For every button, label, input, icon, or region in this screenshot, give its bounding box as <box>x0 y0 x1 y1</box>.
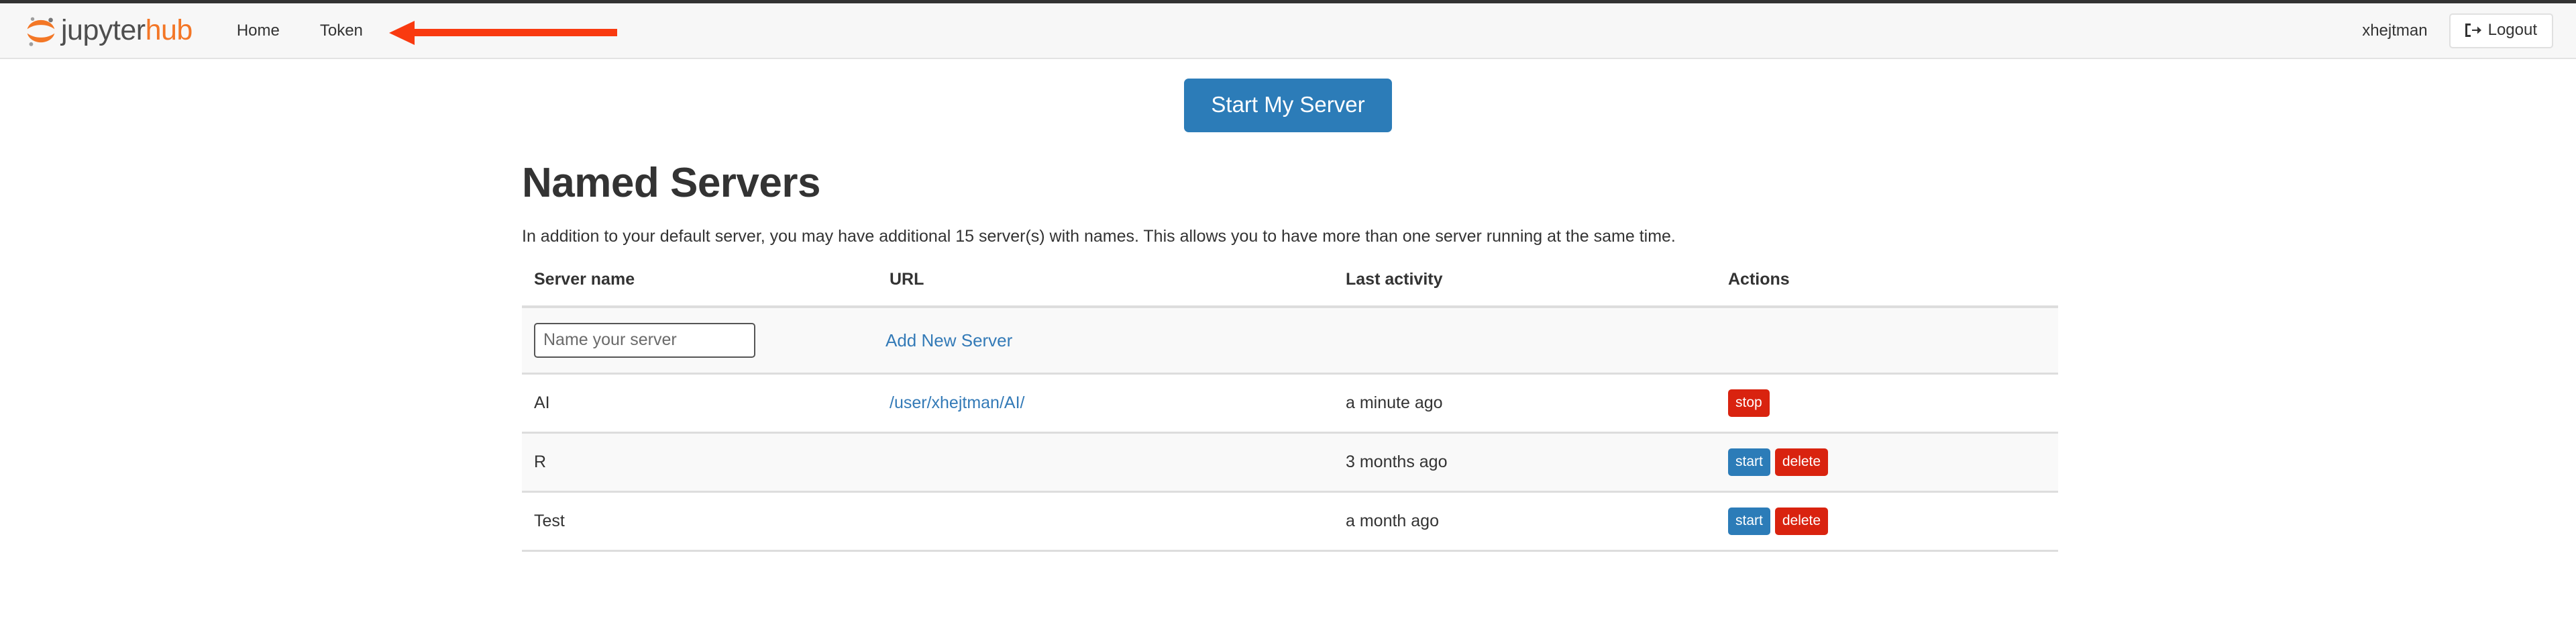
column-header-url: URL <box>877 270 1334 307</box>
server-last-activity-cell: 3 months ago <box>1334 433 1716 492</box>
jupyterhub-brand-link[interactable]: jupyterhub <box>25 13 193 48</box>
logout-button[interactable]: Logout <box>2449 13 2553 48</box>
add-new-server-link-cell: Add New Server <box>877 307 1334 374</box>
delete-server-button[interactable]: delete <box>1775 508 1828 535</box>
table-header-row: Server name URL Last activity Actions <box>522 270 2058 307</box>
server-name-cell: Test <box>522 492 877 551</box>
start-my-server-button[interactable]: Start My Server <box>1184 79 1391 132</box>
column-header-actions: Actions <box>1716 270 2058 307</box>
logout-button-label: Logout <box>2488 21 2537 40</box>
stop-server-button[interactable]: stop <box>1728 389 1770 417</box>
column-header-server-name: Server name <box>522 270 877 307</box>
navbar: jupyterhub Home Token xhejtman Logout <box>0 3 2576 59</box>
server-actions-cell: startdelete <box>1716 433 2058 492</box>
table-body: Add New Server AI /user/xhejtman/AI/ a m… <box>522 307 2058 551</box>
new-server-name-cell <box>522 307 877 374</box>
server-url-cell: /user/xhejtman/AI/ <box>877 374 1334 433</box>
page-title: Named Servers <box>522 160 2059 206</box>
start-server-button[interactable]: start <box>1728 448 1770 476</box>
navbar-left-group: jupyterhub Home Token <box>25 3 383 58</box>
add-new-server-row: Add New Server <box>522 307 2058 374</box>
annotation-arrow-icon <box>389 19 617 46</box>
brand-text: jupyterhub <box>61 16 193 45</box>
brand-text-jupyter: jupyter <box>61 14 146 46</box>
page-description: In addition to your default server, you … <box>522 225 2059 248</box>
server-actions-cell: stop <box>1716 374 2058 433</box>
nav-link-home[interactable]: Home <box>217 3 300 58</box>
server-name-cell: AI <box>522 374 877 433</box>
server-url-cell <box>877 492 1334 551</box>
table-row: AI /user/xhejtman/AI/ a minute ago stop <box>522 374 2058 433</box>
start-server-button[interactable]: start <box>1728 508 1770 535</box>
server-url-link[interactable]: /user/xhejtman/AI/ <box>890 393 1024 412</box>
server-last-activity-cell: a minute ago <box>1334 374 1716 433</box>
main-content: Start My Server Named Servers In additio… <box>0 59 2576 552</box>
table-row: R 3 months ago startdelete <box>522 433 2058 492</box>
column-header-last-activity: Last activity <box>1334 270 1716 307</box>
server-actions-cell: startdelete <box>1716 492 2058 551</box>
sign-out-icon <box>2464 22 2481 38</box>
server-name-cell: R <box>522 433 877 492</box>
table-row: Test a month ago startdelete <box>522 492 2058 551</box>
start-server-area: Start My Server <box>0 59 2576 132</box>
table-head: Server name URL Last activity Actions <box>522 270 2058 307</box>
server-url-cell <box>877 433 1334 492</box>
navbar-right-group: xhejtman Logout <box>2362 13 2553 48</box>
current-username: xhejtman <box>2362 21 2427 40</box>
named-servers-table: Server name URL Last activity Actions Ad… <box>522 270 2058 552</box>
brand-text-hub: hub <box>146 14 193 46</box>
add-row-activity-cell <box>1334 307 1716 374</box>
nav-link-token[interactable]: Token <box>300 3 383 58</box>
new-server-name-input[interactable] <box>534 323 755 358</box>
jupyter-logo-icon <box>25 13 56 48</box>
named-servers-panel: Named Servers In addition to your defaul… <box>517 160 2059 552</box>
delete-server-button[interactable]: delete <box>1775 448 1828 476</box>
server-last-activity-cell: a month ago <box>1334 492 1716 551</box>
add-new-server-link[interactable]: Add New Server <box>885 330 1012 350</box>
add-row-actions-cell <box>1716 307 2058 374</box>
